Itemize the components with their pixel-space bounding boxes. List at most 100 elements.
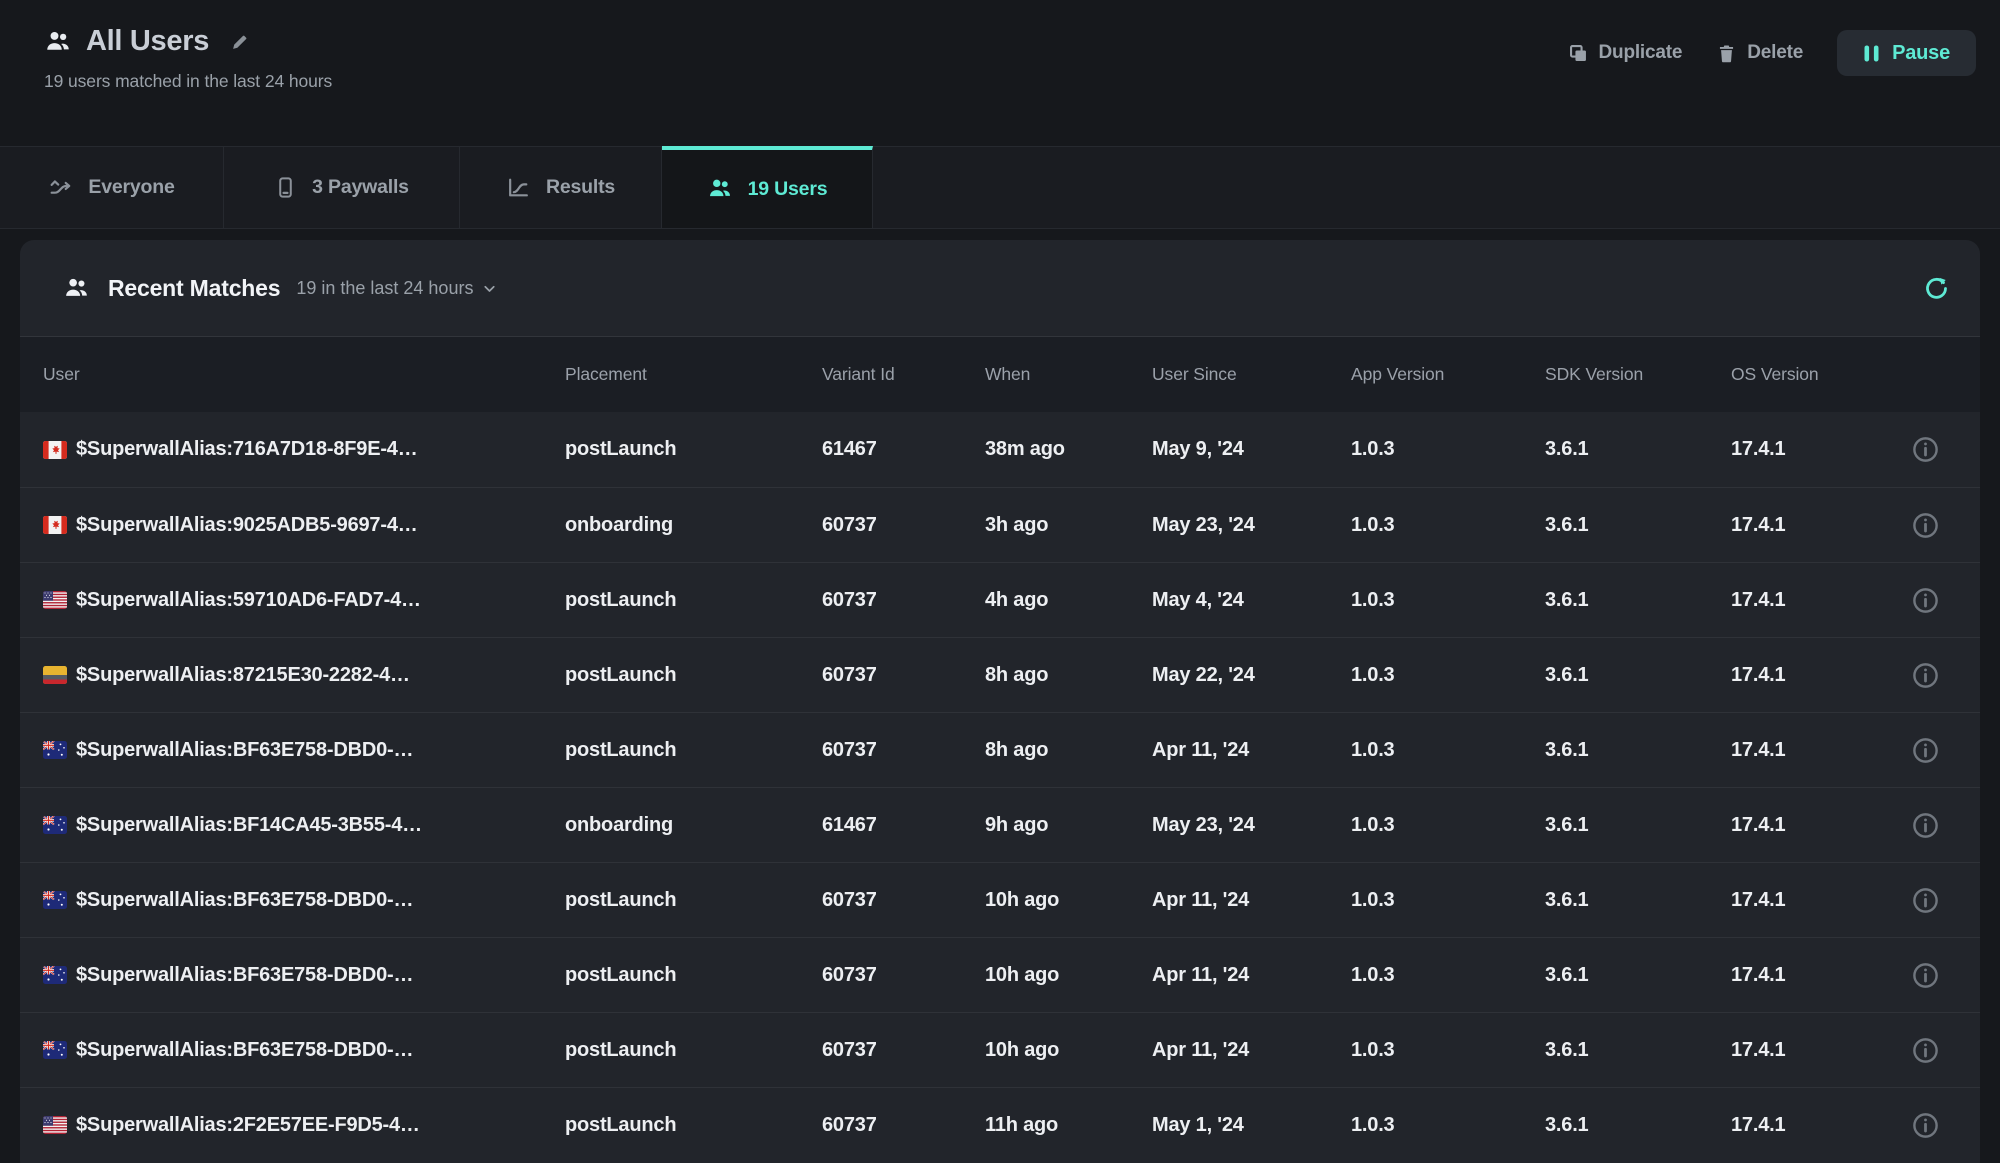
when-cell: 8h ago bbox=[985, 739, 1152, 762]
chart-icon bbox=[506, 175, 531, 200]
table-row[interactable]: $SuperwallAlias:2F2E57EE-F9D5-4…postLaun… bbox=[20, 1087, 1980, 1162]
app-version-cell: 1.0.3 bbox=[1351, 664, 1545, 687]
os-version-cell: 17.4.1 bbox=[1731, 1114, 1911, 1137]
app-version-cell: 1.0.3 bbox=[1351, 514, 1545, 537]
column-header-sdk-version: SDK Version bbox=[1545, 364, 1731, 385]
tab-everyone[interactable]: Everyone bbox=[0, 147, 224, 228]
chevron-down-icon bbox=[481, 280, 498, 297]
app-version-cell: 1.0.3 bbox=[1351, 739, 1545, 762]
flag-ca-icon bbox=[43, 516, 67, 534]
duplicate-label: Duplicate bbox=[1599, 42, 1683, 64]
column-header-os-version: OS Version bbox=[1731, 364, 1911, 385]
os-version-cell: 17.4.1 bbox=[1731, 438, 1911, 461]
sdk-version-cell: 3.6.1 bbox=[1545, 739, 1731, 762]
user-cell: $SuperwallAlias:BF63E758-DBD0-… bbox=[43, 1039, 565, 1062]
tab-paywalls[interactable]: 3 Paywalls bbox=[224, 147, 460, 228]
flag-us-icon bbox=[43, 1116, 67, 1134]
user-since-cell: Apr 11, '24 bbox=[1152, 739, 1351, 762]
duplicate-button[interactable]: Duplicate bbox=[1568, 42, 1683, 64]
variant-id-cell: 60737 bbox=[822, 514, 985, 537]
table-row[interactable]: $SuperwallAlias:BF63E758-DBD0-… postLaunc… bbox=[20, 1012, 1980, 1087]
delete-button[interactable]: Delete bbox=[1716, 42, 1803, 64]
table-row[interactable]: $SuperwallAlias:BF63E758-DBD0-… postLaunc… bbox=[20, 862, 1980, 937]
pause-button[interactable]: Pause bbox=[1837, 30, 1976, 76]
app-version-cell: 1.0.3 bbox=[1351, 964, 1545, 987]
info-icon[interactable] bbox=[1911, 811, 1940, 840]
user-alias: $SuperwallAlias:9025ADB5-9697-4… bbox=[76, 514, 418, 537]
users-icon bbox=[44, 28, 72, 56]
info-icon[interactable] bbox=[1911, 1036, 1940, 1065]
placement-cell: postLaunch bbox=[565, 889, 822, 912]
table-row[interactable]: $SuperwallAlias:9025ADB5-9697-4…onboardi… bbox=[20, 487, 1980, 562]
app-version-cell: 1.0.3 bbox=[1351, 1039, 1545, 1062]
variant-id-cell: 60737 bbox=[822, 664, 985, 687]
tab-users[interactable]: 19 Users bbox=[662, 146, 873, 228]
panel-title: Recent Matches bbox=[108, 275, 280, 302]
user-alias: $SuperwallAlias:59710AD6-FAD7-4… bbox=[76, 589, 421, 612]
sdk-version-cell: 3.6.1 bbox=[1545, 438, 1731, 461]
app-version-cell: 1.0.3 bbox=[1351, 1114, 1545, 1137]
column-header-user: User bbox=[43, 364, 565, 385]
info-icon[interactable] bbox=[1911, 586, 1940, 615]
time-range-label: 19 in the last 24 hours bbox=[296, 278, 473, 299]
os-version-cell: 17.4.1 bbox=[1731, 739, 1911, 762]
variant-id-cell: 61467 bbox=[822, 814, 985, 837]
info-icon[interactable] bbox=[1911, 886, 1940, 915]
user-cell: $SuperwallAlias:BF63E758-DBD0-… bbox=[43, 889, 565, 912]
user-cell: $SuperwallAlias:716A7D18-8F9E-4… bbox=[43, 438, 565, 461]
column-header-app-version: App Version bbox=[1351, 364, 1545, 385]
pencil-icon[interactable] bbox=[229, 31, 251, 53]
os-version-cell: 17.4.1 bbox=[1731, 964, 1911, 987]
variant-id-cell: 60737 bbox=[822, 589, 985, 612]
refresh-icon[interactable] bbox=[1923, 275, 1950, 302]
info-icon[interactable] bbox=[1911, 435, 1940, 464]
placement-cell: postLaunch bbox=[565, 1114, 822, 1137]
table-row[interactable]: $SuperwallAlias:BF63E758-DBD0-…postLaunc… bbox=[20, 937, 1980, 1012]
sdk-version-cell: 3.6.1 bbox=[1545, 664, 1731, 687]
table-row[interactable]: $SuperwallAlias:BF14CA45-3B55-4…onboardi… bbox=[20, 787, 1980, 862]
when-cell: 10h ago bbox=[985, 964, 1152, 987]
table-header-row: UserPlacementVariant IdWhenUser SinceApp… bbox=[20, 337, 1980, 412]
info-icon[interactable] bbox=[1911, 511, 1940, 540]
when-cell: 8h ago bbox=[985, 664, 1152, 687]
user-alias: $SuperwallAlias:BF63E758-DBD0-… bbox=[76, 889, 413, 912]
info-icon[interactable] bbox=[1911, 661, 1940, 690]
variant-id-cell: 60737 bbox=[822, 1039, 985, 1062]
sdk-version-cell: 3.6.1 bbox=[1545, 889, 1731, 912]
placement-cell: postLaunch bbox=[565, 1039, 822, 1062]
tab-everyone-label: Everyone bbox=[88, 176, 174, 199]
flag-au-icon bbox=[43, 741, 67, 759]
time-range-dropdown[interactable]: 19 in the last 24 hours bbox=[296, 278, 498, 299]
user-alias: $SuperwallAlias:716A7D18-8F9E-4… bbox=[76, 438, 418, 461]
table-row[interactable]: $SuperwallAlias:87215E30-2282-4…postLaun… bbox=[20, 637, 1980, 712]
flag-au-icon bbox=[43, 1041, 67, 1059]
recent-matches-panel: Recent Matches 19 in the last 24 hours U… bbox=[20, 240, 1980, 1163]
flag-co-icon bbox=[43, 666, 67, 684]
info-icon[interactable] bbox=[1911, 1111, 1940, 1140]
user-since-cell: Apr 11, '24 bbox=[1152, 889, 1351, 912]
info-icon[interactable] bbox=[1911, 736, 1940, 765]
tab-paywalls-label: 3 Paywalls bbox=[312, 176, 409, 199]
table-row[interactable]: $SuperwallAlias:716A7D18-8F9E-4…postLaun… bbox=[20, 412, 1980, 487]
os-version-cell: 17.4.1 bbox=[1731, 889, 1911, 912]
user-since-cell: May 22, '24 bbox=[1152, 664, 1351, 687]
user-since-cell: May 9, '24 bbox=[1152, 438, 1351, 461]
shuffle-icon bbox=[48, 175, 73, 200]
tab-results[interactable]: Results bbox=[460, 147, 662, 228]
table-row[interactable]: $SuperwallAlias:59710AD6-FAD7-4…postLaun… bbox=[20, 562, 1980, 637]
user-alias: $SuperwallAlias:BF63E758-DBD0-… bbox=[76, 1039, 413, 1062]
table-row[interactable]: $SuperwallAlias:BF63E758-DBD0-…postLaunc… bbox=[20, 712, 1980, 787]
when-cell: 38m ago bbox=[985, 438, 1152, 461]
users-icon bbox=[63, 275, 90, 302]
tab-bar: Everyone 3 Paywalls Results bbox=[0, 146, 2000, 229]
placement-cell: onboarding bbox=[565, 814, 822, 837]
user-alias: $SuperwallAlias:BF63E758-DBD0-… bbox=[76, 739, 413, 762]
user-since-cell: Apr 11, '24 bbox=[1152, 964, 1351, 987]
page-subtitle: 19 users matched in the last 24 hours bbox=[44, 71, 332, 92]
info-icon[interactable] bbox=[1911, 961, 1940, 990]
table-body: $SuperwallAlias:716A7D18-8F9E-4… postLaun… bbox=[20, 412, 1980, 1162]
user-since-cell: Apr 11, '24 bbox=[1152, 1039, 1351, 1062]
user-since-cell: May 23, '24 bbox=[1152, 814, 1351, 837]
when-cell: 11h ago bbox=[985, 1114, 1152, 1137]
os-version-cell: 17.4.1 bbox=[1731, 589, 1911, 612]
